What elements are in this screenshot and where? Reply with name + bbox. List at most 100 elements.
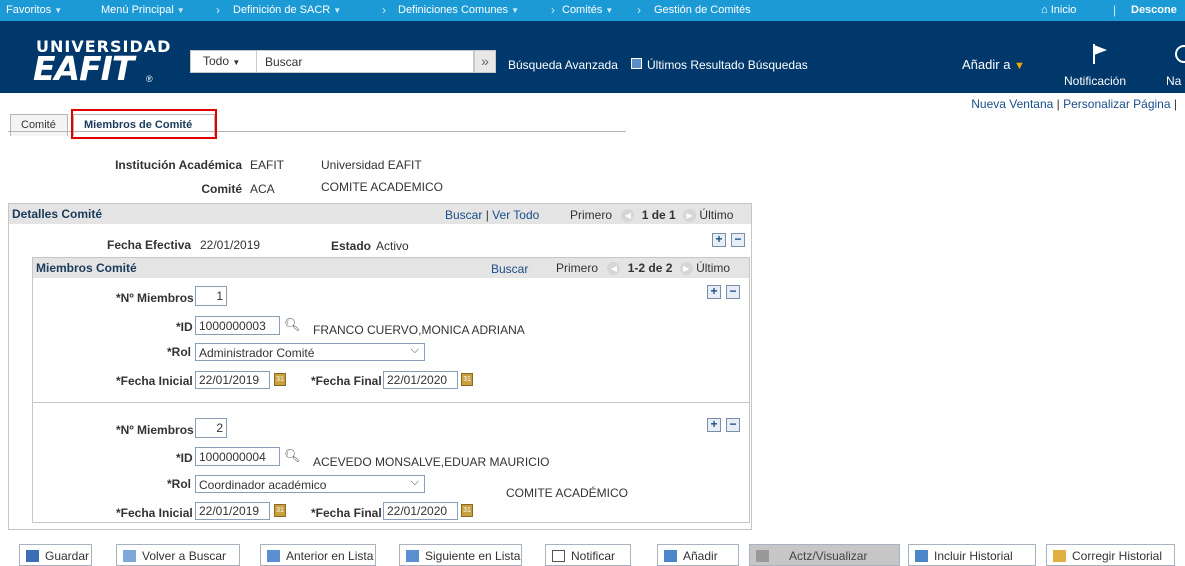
nav-sacr-definition[interactable]: Definición de SACR ▼ bbox=[233, 4, 341, 16]
institution-code: EAFIT bbox=[250, 158, 285, 172]
previous-in-list-button[interactable]: Anterior en Lista bbox=[260, 544, 376, 566]
add-button[interactable]: Añadir bbox=[657, 544, 739, 566]
previous-list-label: Anterior en Lista bbox=[286, 549, 374, 563]
personalize-page-link[interactable]: Personalizar Página bbox=[1063, 97, 1170, 111]
details-count: 1 de 1 bbox=[641, 208, 676, 222]
institution-name: Universidad EAFIT bbox=[321, 158, 422, 172]
next-icon[interactable]: ▶ bbox=[679, 262, 693, 276]
details-view-all-link[interactable]: Ver Todo bbox=[492, 208, 539, 222]
breadcrumb-separator-icon: › bbox=[551, 3, 555, 17]
chevron-down-icon: ⌵ bbox=[410, 476, 419, 488]
add-member-button[interactable]: + bbox=[707, 285, 721, 299]
page-links: Nueva Ventana | Personalizar Página | bbox=[971, 97, 1177, 111]
return-label: Volver a Buscar bbox=[142, 549, 227, 563]
member-role-value: Administrador Comité bbox=[199, 346, 315, 360]
chevron-down-icon: ▼ bbox=[333, 6, 342, 15]
end-date-input[interactable]: 22/01/2020 bbox=[383, 371, 458, 389]
logo-registered-mark: ® bbox=[146, 74, 153, 84]
calendar-icon[interactable]: 31 bbox=[274, 504, 286, 517]
effective-date-value: 22/01/2019 bbox=[200, 238, 261, 252]
member-name: FRANCO CUERVO,MONICA ADRIANA bbox=[313, 323, 525, 337]
minus-icon: − bbox=[729, 417, 737, 431]
notify-icon bbox=[552, 550, 565, 562]
plus-icon: + bbox=[710, 284, 718, 298]
nav-committee-management[interactable]: Gestión de Comités bbox=[654, 4, 751, 16]
member-number-input[interactable]: 1 bbox=[195, 286, 227, 306]
plus-icon: + bbox=[715, 232, 723, 246]
start-date-input[interactable]: 22/01/2019 bbox=[195, 371, 270, 389]
advanced-search-link[interactable]: Búsqueda Avanzada bbox=[508, 58, 618, 72]
details-pager: Primero ◀ 1 de 1 ▶ Último bbox=[570, 208, 733, 223]
search-icon[interactable]: 🔍︎ bbox=[284, 317, 301, 333]
caret-down-icon: ▼ bbox=[1014, 60, 1025, 72]
delete-row-button[interactable]: − bbox=[731, 233, 745, 247]
chevron-down-icon: ▼ bbox=[176, 6, 185, 15]
nav-committees[interactable]: Comités ▼ bbox=[562, 4, 613, 16]
tab-committee[interactable]: Comité bbox=[10, 114, 68, 136]
correct-history-button[interactable]: Corregir Historial bbox=[1046, 544, 1175, 566]
notifications-link[interactable]: Notificación bbox=[1064, 74, 1126, 88]
committee-details-title: Detalles Comité bbox=[12, 207, 103, 221]
flag-icon[interactable] bbox=[1090, 42, 1110, 66]
link-divider: | bbox=[1173, 97, 1177, 111]
next-icon[interactable]: ▶ bbox=[683, 209, 697, 223]
members-count: 1-2 de 2 bbox=[627, 261, 673, 275]
member-id-input[interactable]: 1000000004 bbox=[195, 447, 280, 466]
details-search-link[interactable]: Buscar bbox=[445, 208, 482, 222]
nav-favorites[interactable]: Favoritos ▼ bbox=[6, 4, 62, 16]
nav-common-definitions[interactable]: Definiciones Comunes ▼ bbox=[398, 4, 519, 16]
include-history-button[interactable]: Incluir Historial bbox=[908, 544, 1036, 566]
notify-label: Notificar bbox=[571, 549, 616, 563]
new-window-link[interactable]: Nueva Ventana bbox=[971, 97, 1053, 111]
delete-member-button[interactable]: − bbox=[726, 285, 740, 299]
committee-name: COMITE ACADEMICO bbox=[321, 180, 444, 194]
add-row-button[interactable]: + bbox=[712, 233, 726, 247]
nav-home[interactable]: ⌂ Inicio bbox=[1041, 4, 1076, 16]
end-date-input[interactable]: 22/01/2020 bbox=[383, 502, 458, 520]
next-in-list-button[interactable]: Siguiente en Lista bbox=[399, 544, 522, 566]
institution-label: Institución Académica bbox=[115, 158, 242, 172]
nav-main-menu[interactable]: Menú Principal ▼ bbox=[101, 4, 185, 16]
navbar-icon[interactable] bbox=[1172, 42, 1185, 66]
members-pager: Primero ◀ 1-2 de 2 ▶ Último bbox=[556, 261, 730, 276]
last-results-link[interactable]: Últimos Resultado Búsquedas bbox=[647, 58, 808, 72]
search-scope-select[interactable]: Todo ▼ bbox=[191, 51, 257, 72]
search-go-button[interactable]: » bbox=[474, 50, 496, 73]
member-role-select[interactable]: Coordinador académico ⌵ bbox=[195, 475, 425, 493]
return-to-search-button[interactable]: Volver a Buscar bbox=[116, 544, 240, 566]
nav-sacr-label: Definición de SACR bbox=[233, 4, 331, 16]
return-icon bbox=[123, 550, 136, 562]
member-number-label: *Nº Miembros bbox=[116, 291, 194, 305]
add-icon bbox=[664, 550, 677, 562]
calendar-icon[interactable]: 31 bbox=[274, 373, 286, 386]
minus-icon: − bbox=[734, 232, 742, 246]
notify-button[interactable]: Notificar bbox=[545, 544, 631, 566]
search-icon[interactable]: 🔍︎ bbox=[284, 448, 301, 464]
member-role-select[interactable]: Administrador Comité ⌵ bbox=[195, 343, 425, 361]
end-date-label: *Fecha Final bbox=[311, 374, 382, 388]
save-button[interactable]: Guardar bbox=[19, 544, 92, 566]
calendar-icon[interactable]: 31 bbox=[461, 373, 473, 386]
member-number-input[interactable]: 2 bbox=[195, 418, 227, 438]
delete-member-button[interactable]: − bbox=[726, 418, 740, 432]
chevron-down-icon: ⌵ bbox=[410, 344, 419, 356]
add-to-menu[interactable]: Añadir a ▼ bbox=[962, 57, 1025, 72]
next-list-label: Siguiente en Lista bbox=[425, 549, 521, 563]
add-member-button[interactable]: + bbox=[707, 418, 721, 432]
save-label: Guardar bbox=[45, 549, 90, 563]
navbar-link[interactable]: Na bbox=[1166, 74, 1181, 88]
previous-icon[interactable]: ◀ bbox=[607, 262, 621, 276]
member-role-value: Coordinador académico bbox=[199, 478, 327, 492]
search-input[interactable]: Buscar bbox=[265, 55, 302, 69]
start-date-input[interactable]: 22/01/2019 bbox=[195, 502, 270, 520]
previous-icon[interactable]: ◀ bbox=[621, 209, 635, 223]
recent-results-icon bbox=[631, 58, 642, 69]
update-display-button[interactable]: Actz/Visualizar bbox=[749, 544, 900, 566]
correct-history-icon bbox=[1053, 550, 1066, 562]
row-separator bbox=[33, 402, 749, 403]
member-id-input[interactable]: 1000000003 bbox=[195, 316, 280, 335]
members-search-link[interactable]: Buscar bbox=[491, 262, 528, 276]
search-box: Todo ▼ Buscar bbox=[190, 50, 474, 73]
nav-logout[interactable]: Descone bbox=[1131, 4, 1177, 16]
calendar-icon[interactable]: 31 bbox=[461, 504, 473, 517]
